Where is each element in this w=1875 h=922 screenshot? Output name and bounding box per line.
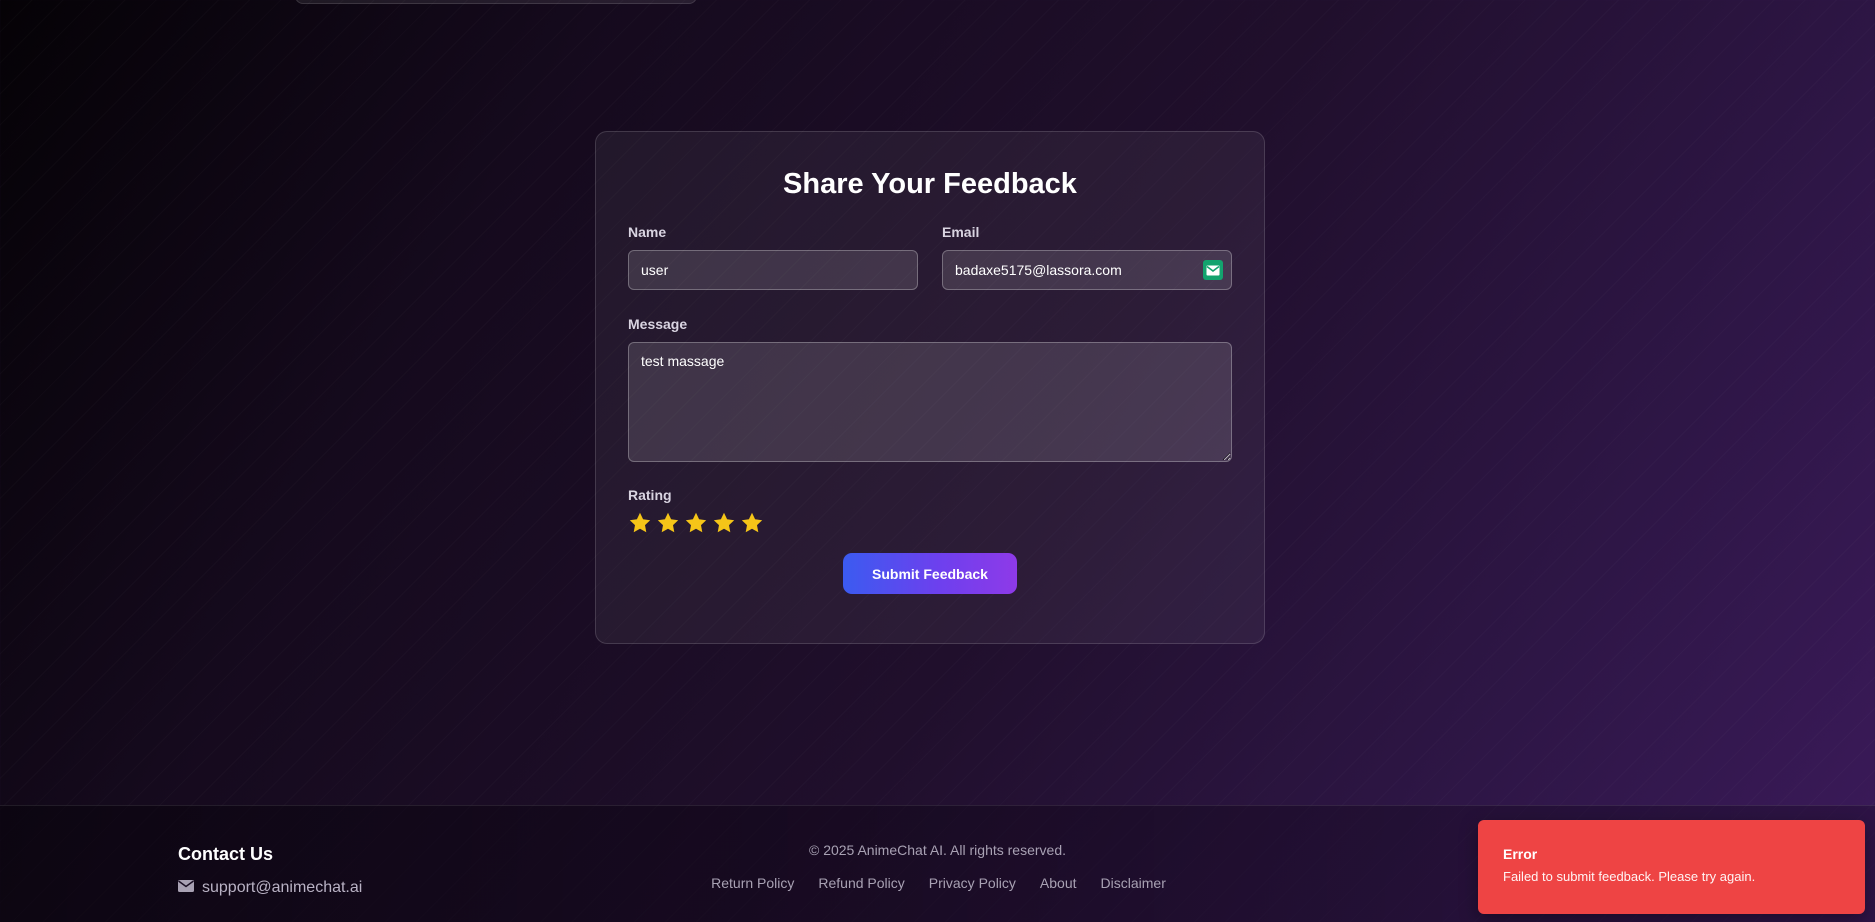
message-textarea[interactable]: test massage (628, 342, 1232, 462)
footer-link-about[interactable]: About (1040, 875, 1077, 891)
star-icon[interactable] (656, 511, 680, 535)
message-field-group: Message test massage (628, 316, 1232, 467)
submit-wrap: Submit Feedback (628, 553, 1232, 594)
footer-link-disclaimer[interactable]: Disclaimer (1101, 875, 1166, 891)
email-autofill-icon[interactable] (1203, 260, 1223, 280)
name-input[interactable] (628, 250, 918, 290)
name-input-wrap (628, 250, 918, 290)
email-field-group: Email (942, 224, 1232, 290)
footer-link-refund-policy[interactable]: Refund Policy (818, 875, 904, 891)
email-label: Email (942, 224, 980, 240)
rating-field-group: Rating (628, 487, 1232, 535)
page-title: Share Your Feedback (783, 168, 1077, 200)
name-label: Name (628, 224, 667, 240)
email-input[interactable] (942, 250, 1232, 290)
toast-title: Error (1503, 846, 1538, 862)
toast-message: Failed to submit feedback. Please try ag… (1503, 869, 1756, 884)
feedback-card: Share Your Feedback Name Email Message (595, 131, 1265, 644)
email-input-wrap (942, 250, 1232, 290)
top-nav-remnant (295, 0, 697, 4)
footer-link-privacy-policy[interactable]: Privacy Policy (929, 875, 1016, 891)
name-email-row: Name Email (628, 224, 1232, 290)
star-icon[interactable] (712, 511, 736, 535)
footer-link-return-policy[interactable]: Return Policy (711, 875, 794, 891)
star-icon[interactable] (740, 511, 764, 535)
message-label: Message (628, 316, 688, 332)
rating-label: Rating (628, 487, 672, 503)
error-toast[interactable]: Error Failed to submit feedback. Please … (1478, 820, 1865, 914)
name-field-group: Name (628, 224, 918, 290)
star-rating (628, 511, 1232, 535)
submit-feedback-button[interactable]: Submit Feedback (843, 553, 1017, 594)
star-icon[interactable] (628, 511, 652, 535)
star-icon[interactable] (684, 511, 708, 535)
